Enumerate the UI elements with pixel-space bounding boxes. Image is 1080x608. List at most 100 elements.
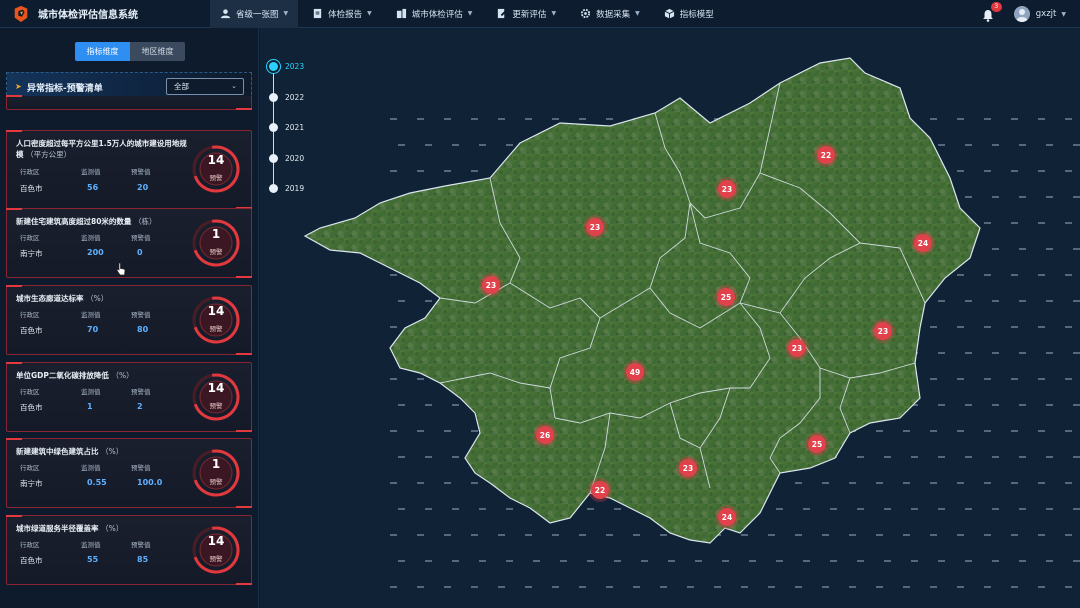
indicator-card[interactable]: 人口密度超过每平方公里1.5万人的城市建设用地规模 （平方公里） 行政区 监测值 预警… bbox=[6, 130, 252, 209]
province-boundary bbox=[303, 57, 981, 544]
nav-item-3[interactable]: 城市体检评估 ▼ bbox=[386, 0, 483, 28]
map-grid-dash bbox=[957, 274, 964, 276]
map-grid-dash bbox=[984, 378, 991, 380]
map-grid-dash bbox=[930, 430, 937, 432]
map-grid-dash bbox=[984, 274, 991, 276]
map-grid-dash bbox=[965, 456, 972, 458]
city-warning-marker[interactable]: 24 bbox=[911, 231, 935, 255]
city-warning-marker[interactable]: 26 bbox=[533, 423, 557, 447]
map-grid-dash bbox=[479, 508, 486, 510]
map-grid-dash bbox=[606, 534, 613, 536]
city-warning-marker[interactable]: 25 bbox=[714, 285, 738, 309]
map-grid-dash bbox=[390, 378, 397, 380]
map-grid-dash bbox=[957, 534, 964, 536]
map-grid-dash bbox=[938, 352, 945, 354]
edit-doc-icon bbox=[496, 8, 512, 19]
map-grid-dash bbox=[1011, 274, 1018, 276]
province-map[interactable]: 22 23 23 24 23 25 23 23 49 26 25 23 22 24 bbox=[260, 28, 1080, 608]
indicator-title: 人口密度超过每平方公里1.5万人的城市建设用地规模 （平方公里） bbox=[16, 138, 194, 160]
nav-item-label: 体检报告 bbox=[328, 9, 363, 20]
map-grid-dash bbox=[965, 404, 972, 406]
warn-value: 2 bbox=[137, 402, 143, 411]
app-title: 城市体检评估信息系统 bbox=[38, 10, 138, 21]
map-grid-dash bbox=[1046, 508, 1053, 510]
indicator-card[interactable]: 城市生态廊道达标率 （%） 行政区 监测值 预警值 百色市 70 80 14 预警 bbox=[6, 285, 252, 355]
indicator-card[interactable]: 新建建筑中绿色建筑占比 （%） 行政区 监测值 预警值 南宁市 0.55 100.0 1 预警 bbox=[6, 438, 252, 508]
indicator-card-partial[interactable] bbox=[6, 95, 252, 110]
indicator-card[interactable]: 城市绿道服务半径覆盖率 （%） 行政区 监测值 预警值 百色市 55 85 14 预警 bbox=[6, 515, 252, 585]
map-grid-dash bbox=[398, 404, 405, 406]
map-grid-dash bbox=[992, 560, 999, 562]
map-grid-dash bbox=[992, 248, 999, 250]
map-grid-dash bbox=[1046, 248, 1053, 250]
map-grid-dash bbox=[776, 508, 783, 510]
filter-select[interactable]: 全部 ⌄ bbox=[166, 78, 244, 95]
indicator-title-text: 城市生态廊道达标率 bbox=[16, 294, 84, 303]
avatar[interactable] bbox=[1013, 6, 1030, 22]
map-grid-dash bbox=[390, 534, 397, 536]
map-grid-dash bbox=[938, 560, 945, 562]
notification-bell-icon[interactable]: 3 bbox=[982, 2, 1002, 22]
notification-badge: 3 bbox=[990, 2, 1002, 12]
city-warning-marker[interactable]: 24 bbox=[715, 505, 739, 529]
indicator-card[interactable]: 新建住宅建筑高度超过80米的数量 （栋） 行政区 监测值 预警值 南宁市 200 0 1 预警 bbox=[6, 208, 252, 278]
nav-item-6[interactable]: 指标模型 bbox=[654, 0, 724, 28]
timeline-year-2020[interactable]: 2020 bbox=[268, 152, 328, 164]
timeline-year-2021[interactable]: 2021 bbox=[268, 121, 328, 133]
indicator-card[interactable]: 单位GDP二氧化碳排放降低 （%） 行政区 监测值 预警值 百色市 1 2 14 预警 bbox=[6, 362, 252, 432]
city-warning-marker[interactable]: 22 bbox=[814, 143, 838, 167]
chevron-down-icon[interactable]: ▼ bbox=[1061, 11, 1066, 18]
map-grid-dash bbox=[452, 508, 459, 510]
city-warning-marker[interactable]: 49 bbox=[623, 360, 647, 384]
timeline-year-2023[interactable]: 2023 bbox=[268, 60, 328, 72]
city-warning-marker[interactable]: 23 bbox=[715, 177, 739, 201]
nav-item-2[interactable]: 体检报告 ▼ bbox=[302, 0, 382, 28]
indicator-unit: （%） bbox=[101, 524, 124, 533]
map-grid-dash bbox=[1073, 196, 1080, 198]
map-grid-dash bbox=[938, 300, 945, 302]
col-region-header: 行政区 bbox=[20, 464, 40, 472]
nav-item-5[interactable]: 数据采集 ▼ bbox=[570, 0, 650, 28]
map-grid-dash bbox=[1073, 248, 1080, 250]
map-grid-dash bbox=[479, 560, 486, 562]
map-grid-dash bbox=[957, 482, 964, 484]
building-icon bbox=[396, 8, 412, 19]
arrow-right-icon: ➤ bbox=[15, 82, 22, 91]
timeline-year-2022[interactable]: 2022 bbox=[268, 91, 328, 103]
map-grid-dash bbox=[1011, 326, 1018, 328]
city-warning-marker[interactable]: 25 bbox=[805, 432, 829, 456]
map-grid-dash bbox=[992, 144, 999, 146]
warning-ring-icon bbox=[192, 526, 240, 574]
map-grid-dash bbox=[579, 534, 586, 536]
city-warning-marker[interactable]: 23 bbox=[583, 215, 607, 239]
nav-item-4[interactable]: 更新评估 ▼ bbox=[486, 0, 566, 28]
marker-count: 23 bbox=[878, 327, 888, 336]
map-grid-dash bbox=[876, 482, 883, 484]
map-view[interactable]: 22 23 23 24 23 25 23 23 49 26 25 23 22 24 2023 2022 202… bbox=[260, 28, 1080, 608]
map-grid-dash bbox=[525, 586, 532, 588]
map-grid-dash bbox=[425, 456, 432, 458]
city-warning-marker[interactable]: 23 bbox=[676, 456, 700, 480]
map-grid-dash bbox=[795, 482, 802, 484]
nav-item-1[interactable]: 省级一张图 ▼ bbox=[210, 0, 299, 28]
warning-label: 预警 bbox=[209, 478, 223, 486]
username[interactable]: gxzjt bbox=[1036, 9, 1057, 19]
map-grid-dash bbox=[903, 534, 910, 536]
indicator-dimension-button[interactable]: 指标维度 bbox=[75, 42, 130, 61]
map-grid-dash bbox=[633, 586, 640, 588]
city-warning-marker[interactable]: 23 bbox=[785, 336, 809, 360]
map-grid-dash bbox=[1011, 170, 1018, 172]
timeline-year-2019[interactable]: 2019 bbox=[268, 182, 328, 194]
warning-ring-icon bbox=[192, 449, 240, 497]
city-warning-marker[interactable]: 22 bbox=[588, 478, 612, 502]
city-warning-marker[interactable]: 23 bbox=[871, 319, 895, 343]
map-grid-dash bbox=[660, 586, 667, 588]
map-grid-dash bbox=[1065, 430, 1072, 432]
timeline-dot bbox=[269, 184, 278, 193]
region-dimension-button[interactable]: 地区维度 bbox=[130, 42, 185, 61]
warning-label: 预警 bbox=[209, 555, 223, 563]
map-grid-dash bbox=[938, 456, 945, 458]
warn-value: 0 bbox=[137, 248, 143, 257]
map-grid-dash bbox=[876, 586, 883, 588]
city-warning-marker[interactable]: 23 bbox=[479, 273, 503, 297]
